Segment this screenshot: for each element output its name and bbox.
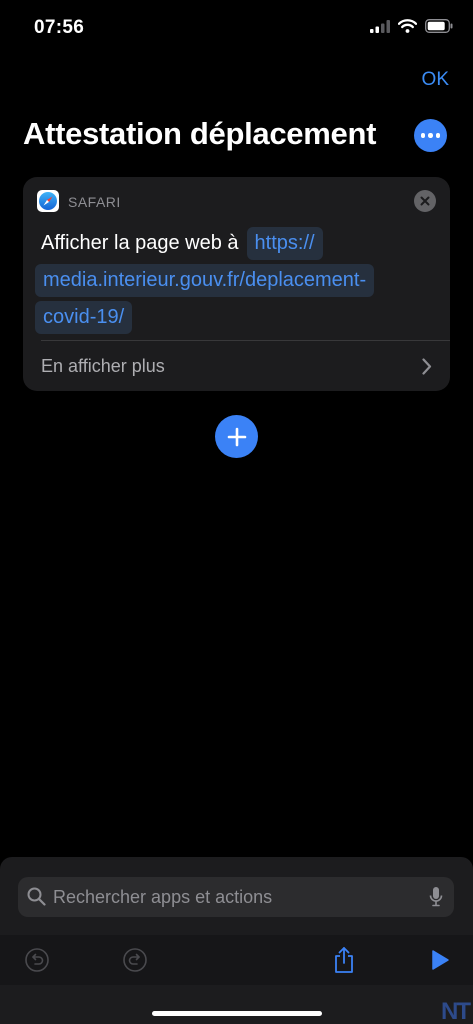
toolbar: [0, 935, 473, 985]
action-content: Afficher la page web à https:// media.int…: [35, 225, 441, 336]
undo-icon: [25, 948, 49, 972]
mic-icon[interactable]: [429, 886, 443, 913]
show-more-label: En afficher plus: [41, 356, 165, 376]
bottom-sheet: Rechercher apps et actions NT: [0, 857, 473, 1024]
url-token[interactable]: covid-19/: [35, 301, 133, 334]
signal-icon: [370, 19, 390, 38]
share-button[interactable]: [327, 943, 361, 977]
status-icons: [370, 19, 453, 38]
ok-button[interactable]: OK: [422, 69, 449, 91]
app-name: SAFARI: [68, 194, 121, 210]
remove-action-button[interactable]: [414, 190, 436, 212]
search-placeholder: Rechercher apps et actions: [53, 887, 273, 907]
action-card[interactable]: SAFARI Afficher la page web à https:// me…: [23, 177, 450, 391]
run-button[interactable]: [423, 943, 457, 977]
close-icon: [420, 196, 430, 206]
action-line-3: covid-19/: [35, 299, 441, 336]
battery-icon: [425, 19, 453, 38]
play-icon: [432, 950, 449, 970]
status-time: 07:56: [34, 17, 85, 38]
redo-icon: [123, 948, 147, 972]
add-action-button[interactable]: [215, 415, 258, 458]
url-token[interactable]: media.interieur.gouv.fr/deplacement-: [35, 264, 375, 297]
screen: 07:56 OK Attestation déplacement SAFARI …: [0, 0, 473, 1024]
more-options-button[interactable]: [414, 119, 447, 152]
action-line-2: media.interieur.gouv.fr/deplacement-: [35, 262, 441, 299]
action-text: Afficher la page web à: [41, 232, 239, 254]
redo-button[interactable]: [118, 943, 152, 977]
show-more-row[interactable]: En afficher plus: [23, 341, 450, 391]
safari-icon: [37, 190, 59, 212]
home-indicator: [152, 1011, 322, 1016]
undo-button[interactable]: [20, 943, 54, 977]
card-header: SAFARI: [23, 177, 450, 225]
watermark-logo: NT: [441, 998, 471, 1024]
wifi-icon: [397, 19, 418, 38]
share-icon: [335, 947, 353, 973]
more-icon: [420, 133, 441, 138]
plus-icon: [227, 427, 246, 446]
status-bar: 07:56: [0, 0, 473, 54]
search-input[interactable]: Rechercher apps et actions: [18, 877, 454, 917]
chevron-right-icon: [422, 358, 432, 380]
url-token[interactable]: https://: [246, 227, 323, 260]
action-line-1: Afficher la page web à https://: [41, 225, 441, 262]
page-title: Attestation déplacement: [23, 116, 377, 151]
search-icon: [27, 887, 46, 911]
